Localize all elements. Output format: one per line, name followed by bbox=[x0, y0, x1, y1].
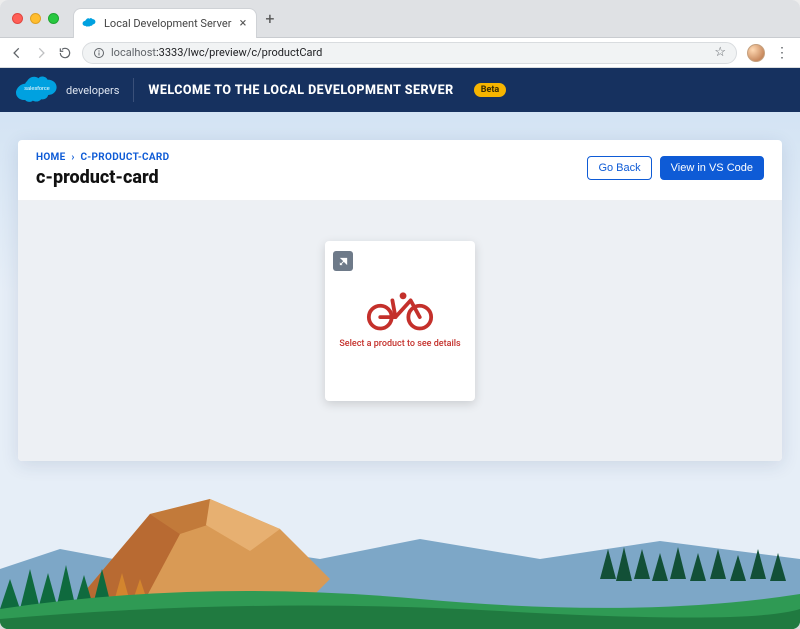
go-back-button[interactable]: Go Back bbox=[587, 156, 651, 180]
new-tab-button[interactable]: + bbox=[265, 9, 274, 28]
logo-text: salesforce bbox=[24, 86, 50, 92]
address-bar[interactable]: localhost:3333/lwc/preview/c/productCard… bbox=[82, 42, 737, 64]
close-window-button[interactable] bbox=[12, 13, 23, 24]
close-tab-icon[interactable]: × bbox=[239, 16, 246, 31]
minimize-window-button[interactable] bbox=[30, 13, 41, 24]
salesforce-cloud-icon: salesforce bbox=[14, 74, 60, 106]
browser-tab[interactable]: Local Development Server × bbox=[73, 8, 257, 38]
forward-button[interactable] bbox=[34, 46, 48, 60]
welcome-heading: WELCOME TO THE LOCAL DEVELOPMENT SERVER bbox=[148, 83, 453, 98]
content-panel: HOME › C-PRODUCT-CARD c-product-card Go … bbox=[18, 140, 782, 461]
site-info-icon[interactable] bbox=[93, 47, 105, 59]
breadcrumb: HOME › C-PRODUCT-CARD bbox=[36, 152, 169, 163]
developers-label: developers bbox=[66, 84, 119, 97]
view-in-vscode-button[interactable]: View in VS Code bbox=[660, 156, 764, 180]
tab-title: Local Development Server bbox=[104, 17, 231, 30]
landscape-illustration bbox=[0, 459, 800, 629]
salesforce-cloud-icon bbox=[82, 17, 96, 30]
app-header: salesforce developers WELCOME TO THE LOC… bbox=[0, 68, 800, 112]
breadcrumb-separator: › bbox=[71, 152, 74, 163]
product-card-caption: Select a product to see details bbox=[333, 339, 467, 349]
url-host: localhost bbox=[111, 46, 156, 59]
browser-toolbar: localhost:3333/lwc/preview/c/productCard… bbox=[0, 38, 800, 68]
kebab-menu-icon[interactable]: ⋮ bbox=[775, 45, 790, 61]
window-titlebar: Local Development Server × + bbox=[0, 0, 800, 38]
breadcrumb-home-link[interactable]: HOME bbox=[36, 152, 66, 163]
window-controls bbox=[12, 13, 59, 24]
header-divider bbox=[133, 78, 134, 102]
browser-window: Local Development Server × + localhost:3… bbox=[0, 0, 800, 629]
back-button[interactable] bbox=[10, 46, 24, 60]
url-text: localhost:3333/lwc/preview/c/productCard bbox=[111, 46, 322, 59]
profile-avatar[interactable] bbox=[747, 44, 765, 62]
breadcrumb-current-link[interactable]: C-PRODUCT-CARD bbox=[80, 152, 169, 163]
url-path: :3333/lwc/preview/c/productCard bbox=[156, 46, 322, 59]
page-viewport: salesforce developers WELCOME TO THE LOC… bbox=[0, 68, 800, 629]
component-preview-area: Select a product to see details bbox=[18, 201, 782, 461]
beta-badge: Beta bbox=[474, 83, 506, 97]
bookmark-star-icon[interactable]: ☆ bbox=[714, 45, 726, 60]
reload-button[interactable] bbox=[58, 46, 72, 60]
salesforce-developers-logo[interactable]: salesforce developers bbox=[14, 74, 119, 106]
page-title: c-product-card bbox=[36, 167, 169, 188]
maximize-window-button[interactable] bbox=[48, 13, 59, 24]
panel-actions: Go Back View in VS Code bbox=[587, 156, 764, 180]
product-card: Select a product to see details bbox=[325, 241, 475, 401]
expand-icon[interactable] bbox=[333, 251, 353, 271]
panel-header: HOME › C-PRODUCT-CARD c-product-card Go … bbox=[18, 140, 782, 201]
bicycle-icon bbox=[333, 285, 467, 331]
